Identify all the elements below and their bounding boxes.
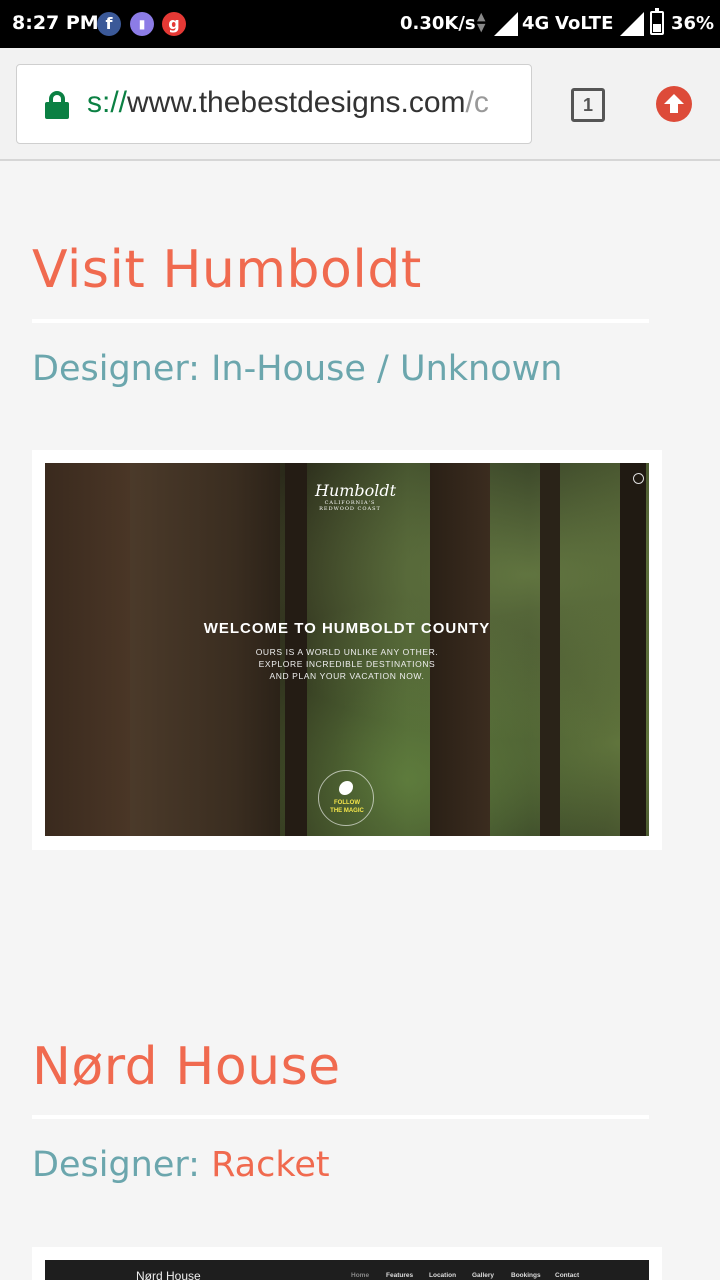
upload-icon[interactable] [656,86,692,122]
status-time: 8:27 PM [12,12,99,34]
facebook-icon: f [97,12,121,36]
bird-icon [339,781,353,795]
designer-line: Designer: Racket [32,1145,330,1185]
battery-percent: 36% [671,13,715,34]
designer-label: Designer: [32,1145,200,1185]
signal-icon [494,12,518,36]
badge-line: THE MAGIC [330,808,364,814]
site-nav-item: Location [429,1272,457,1279]
site-nav-item: Features [386,1272,414,1279]
signal-icon-2 [620,12,644,36]
site-screenshot-frame[interactable]: Nørd House Home Features Location Galler… [32,1247,662,1280]
site-nav-item: Bookings [511,1272,541,1279]
network-type: 4G [522,13,550,34]
site-screenshot[interactable]: Humboldt CALIFORNIA'S REDWOOD COAST WELC… [45,463,649,836]
badge-line: FOLLOW [334,800,360,806]
tab-switcher-button[interactable]: 1 [571,88,605,122]
entry-title[interactable]: Visit Humboldt [32,240,422,300]
site-logo-sub: CALIFORNIA'S REDWOOD COAST [319,500,381,512]
divider [32,319,649,323]
site-subtext-line: EXPLORE INCREDIBLE DESTINATIONS [258,659,436,669]
status-bar: 8:27 PM f ▮ g 0.30K/s ▲ ▼ 4G VoLTE 36% [0,0,720,48]
follow-badge: FOLLOW THE MAGIC [318,770,374,826]
site-logo: Humboldt CALIFORNIA'S REDWOOD COAST [315,481,396,521]
url-tail: /c [465,86,489,119]
site-subtext-line: OURS IS A WORLD UNLIKE ANY OTHER. [255,647,439,657]
url-text[interactable]: s://www.thebestdesigns.com/c [87,86,489,120]
site-headline: WELCOME TO HUMBOLDT COUNTY [203,620,491,637]
designer-line: Designer: In-House / Unknown [32,349,562,389]
divider [32,1115,649,1119]
site-screenshot-frame[interactable]: Humboldt CALIFORNIA'S REDWOOD COAST WELC… [32,450,662,850]
data-activity-icon: ▲ ▼ [477,10,486,34]
url-scheme: s:// [87,86,128,119]
volte-label: VoLTE [555,13,614,34]
address-bar[interactable]: s://www.thebestdesigns.com/c [16,64,532,144]
designer-link[interactable]: Racket [211,1145,330,1185]
site-brand: Nørd House [136,1269,201,1280]
site-subtext-line: AND PLAN YOUR VACATION NOW. [269,671,425,681]
site-screenshot[interactable]: Nørd House Home Features Location Galler… [45,1260,649,1280]
url-host: www.thebestdesigns.com [127,86,466,119]
battery-icon [650,8,664,35]
lock-icon [45,91,69,119]
site-subtext: OURS IS A WORLD UNLIKE ANY OTHER. EXPLOR… [45,646,649,682]
network-speed: 0.30K/s [400,13,476,34]
site-nav-item: Contact [555,1272,580,1279]
menu-icon [633,473,644,484]
entry-title[interactable]: Nørd House [32,1037,341,1097]
browser-toolbar: s://www.thebestdesigns.com/c 1 [0,48,720,161]
designer-label: Designer: [32,349,200,389]
gaana-icon: g [162,12,186,36]
site-nav-item: Home [351,1272,370,1279]
site-nav-item: Gallery [472,1272,495,1279]
app-icon: ▮ [130,12,154,36]
designer-name: In-House / Unknown [211,349,563,389]
site-logo-text: Humboldt [315,481,397,500]
